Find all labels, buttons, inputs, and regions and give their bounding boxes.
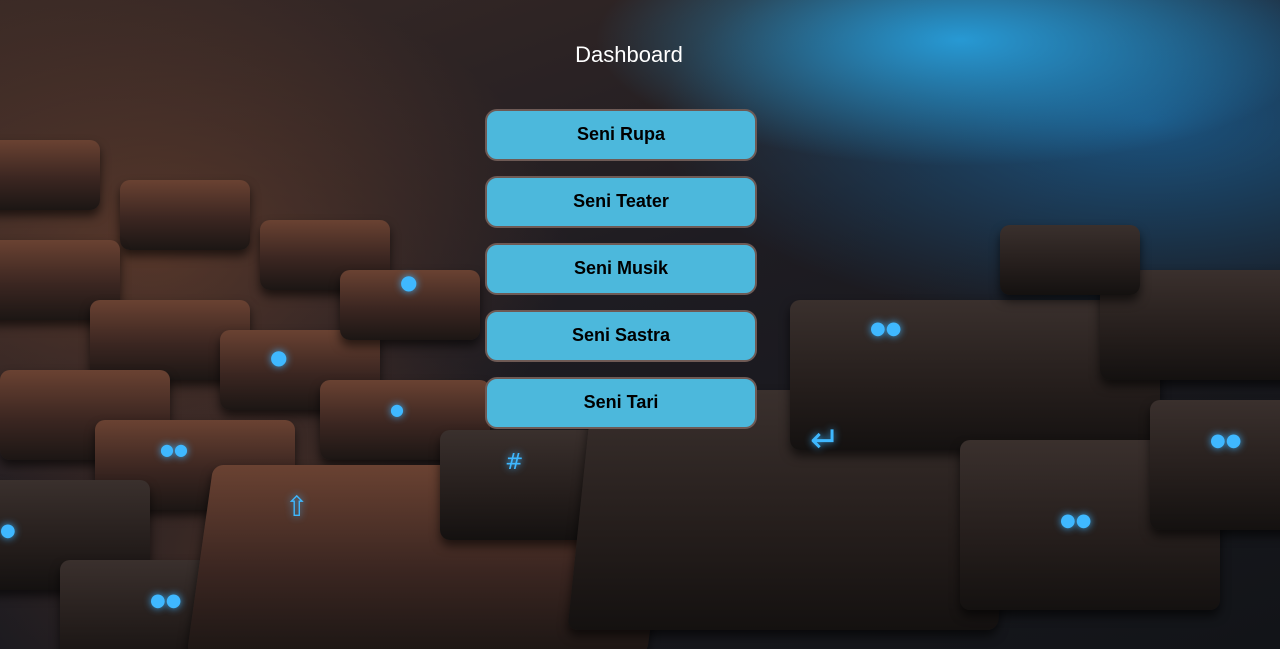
page-title: Dashboard [575, 42, 683, 67]
seni-musik-button[interactable]: Seni Musik [485, 243, 757, 295]
key-glow: ●● [870, 318, 902, 339]
seni-tari-button[interactable]: Seni Tari [485, 377, 757, 429]
shift-arrow-glyph: ⇧ [285, 490, 309, 523]
seni-sastra-button[interactable]: Seni Sastra [485, 310, 757, 362]
key-glow: ●● [150, 590, 182, 611]
key-glow: ● [390, 400, 404, 419]
key-glow: ● [400, 270, 418, 294]
seni-rupa-button[interactable]: Seni Rupa [485, 109, 757, 161]
key-glow: ● [270, 345, 288, 369]
key-glow: ●● [160, 440, 188, 459]
seni-teater-button[interactable]: Seni Teater [485, 176, 757, 228]
key-glow: ●● [1060, 510, 1092, 531]
dashboard-menu: Seni Rupa Seni Teater Seni Musik Seni Sa… [485, 109, 757, 444]
hash-key-glyph: # [505, 450, 524, 475]
key-glow: ● [0, 520, 16, 541]
enter-arrow-glyph: ↵ [810, 420, 841, 461]
key-glow: ●● [1210, 430, 1242, 451]
